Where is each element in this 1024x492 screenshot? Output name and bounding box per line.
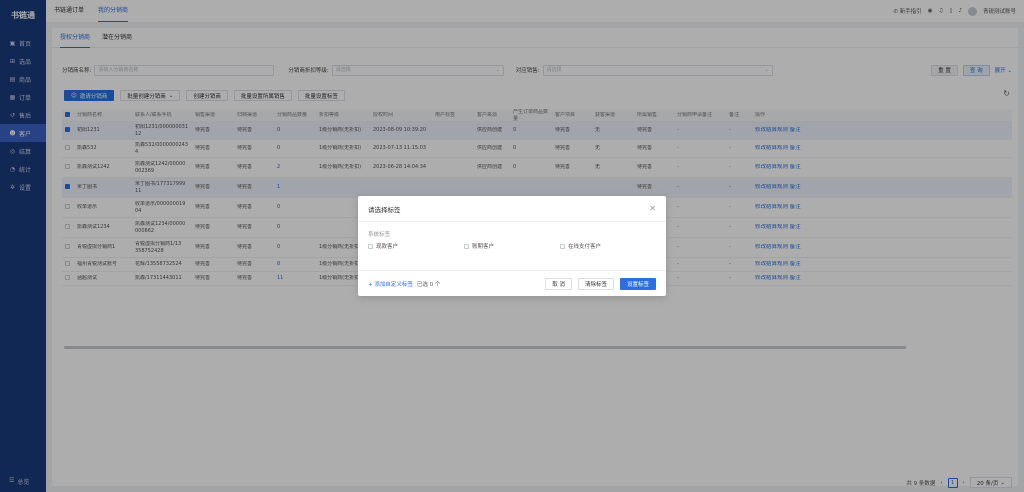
- cancel-button[interactable]: 取 消: [545, 277, 572, 290]
- select-tag-modal: 请选择标签 ✕ 系统标签 现款客户 账期客户 在线支付客户 + 添加自定义标签 已选…: [358, 196, 666, 296]
- set-tags-button[interactable]: 设置标签: [619, 277, 656, 290]
- modal-body: 系统标签 现款客户 账期客户 在线支付客户: [358, 222, 666, 250]
- tag-option-label: 现款客户: [376, 244, 399, 250]
- checkbox-icon: [464, 243, 469, 249]
- selected-count: 已选 0 个: [416, 281, 441, 288]
- modal-footer-buttons: 取 消 清除标签 设置标签: [545, 277, 656, 290]
- tag-options: 现款客户 账期客户 在线支付客户: [368, 242, 656, 250]
- tag-option[interactable]: 现款客户: [368, 242, 464, 250]
- system-tags-label: 系统标签: [368, 232, 391, 238]
- add-custom-tag-link[interactable]: + 添加自定义标签: [368, 280, 413, 288]
- checkbox-icon: [368, 243, 373, 249]
- checkbox-icon: [560, 243, 565, 249]
- close-icon[interactable]: ✕: [649, 204, 656, 213]
- modal-header: 请选择标签 ✕: [358, 196, 666, 222]
- modal-footer-left: + 添加自定义标签 已选 0 个: [368, 280, 440, 288]
- tag-option-label: 在线支付客户: [568, 244, 602, 250]
- clear-tags-button[interactable]: 清除标签: [577, 277, 614, 290]
- modal-footer: + 添加自定义标签 已选 0 个 取 消 清除标签 设置标签: [358, 270, 666, 296]
- modal-title: 请选择标签: [368, 205, 401, 214]
- tag-option[interactable]: 账期客户: [464, 242, 560, 250]
- tag-option-label: 账期客户: [472, 244, 495, 250]
- tag-option[interactable]: 在线支付客户: [560, 242, 656, 250]
